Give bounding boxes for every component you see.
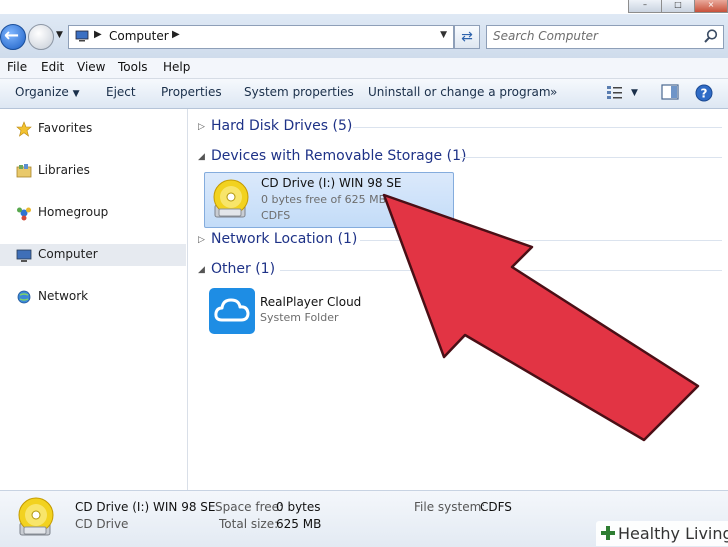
back-arrow-icon: ←: [4, 25, 20, 46]
menu-bar: File Edit View Tools Help: [0, 58, 728, 79]
cd-drive-icon: [213, 179, 249, 218]
details-type: CD Drive: [75, 517, 129, 531]
cloud-name: RealPlayer Cloud: [260, 295, 362, 309]
expand-triangle-icon[interactable]: ▷: [198, 235, 205, 245]
sidebar-item-label: Homegroup: [38, 205, 109, 219]
minimize-button[interactable]: –: [628, 0, 662, 13]
expand-triangle-icon[interactable]: ▷: [198, 122, 205, 132]
eject-button[interactable]: Eject: [106, 85, 136, 99]
breadcrumb-computer[interactable]: Computer: [109, 29, 169, 43]
star-icon: [16, 121, 32, 137]
breadcrumb-separator-icon[interactable]: ▶: [94, 29, 102, 40]
menu-tools[interactable]: Tools: [118, 60, 148, 74]
more-commands-button[interactable]: »: [550, 85, 557, 99]
minimize-icon: –: [643, 0, 647, 9]
command-bar: Organize ▼ Eject Properties System prope…: [0, 79, 728, 109]
close-button[interactable]: ×: [695, 0, 728, 13]
details-filesystem-label: File system:: [414, 500, 486, 514]
maximize-icon: □: [674, 0, 682, 9]
group-title: Hard Disk Drives (5): [211, 118, 353, 134]
cloud-icon: [209, 288, 255, 334]
network-icon: [17, 290, 31, 304]
help-icon[interactable]: ?: [695, 84, 713, 102]
preview-pane-icon[interactable]: [661, 84, 679, 100]
pointer-arrow-graphic: [382, 193, 700, 442]
address-dropdown-icon[interactable]: ▼: [440, 30, 447, 40]
details-space-free-value: 0 bytes: [276, 500, 321, 514]
details-name: CD Drive (I:) WIN 98 SE: [75, 500, 216, 514]
breadcrumb-separator-icon[interactable]: ▶: [172, 29, 180, 40]
chevron-down-icon: ▼: [72, 89, 80, 99]
group-divider: [353, 127, 722, 128]
drive-space: 0 bytes free of 625 MB: [261, 193, 387, 206]
refresh-button[interactable]: ⇄: [454, 25, 480, 49]
search-box[interactable]: [486, 25, 724, 49]
watermark: Healthy Living: [596, 521, 728, 546]
close-icon: ×: [707, 0, 715, 9]
search-icon[interactable]: [703, 28, 719, 44]
view-options-icon[interactable]: [606, 84, 624, 100]
window-controls: – □ ×: [628, 0, 728, 13]
computer-icon: [75, 30, 89, 42]
organize-label: Organize: [15, 85, 69, 99]
navigation-pane: Favorites Libraries Homegroup Computer N…: [0, 109, 188, 490]
group-header-hard-disk-drives[interactable]: ▷ Hard Disk Drives (5): [188, 117, 728, 137]
watermark-text: Healthy Living: [618, 524, 728, 543]
computer-icon: [16, 249, 32, 262]
navigation-bar: ← ▼ ▶ Computer ▶ ▼ ⇄: [0, 14, 728, 59]
collapse-triangle-icon[interactable]: ◢: [198, 152, 205, 162]
forward-button[interactable]: [28, 24, 54, 50]
recent-pages-dropdown[interactable]: ▼: [56, 30, 63, 40]
group-header-removable-storage[interactable]: ◢ Devices with Removable Storage (1): [188, 147, 728, 167]
group-title: Other (1): [211, 261, 276, 277]
view-dropdown-icon[interactable]: ▼: [631, 88, 638, 98]
sidebar-item-label: Libraries: [38, 163, 90, 177]
system-properties-button[interactable]: System properties: [244, 85, 354, 99]
address-bar[interactable]: ▶ Computer ▶ ▼: [68, 25, 454, 49]
details-filesystem-value: CDFS: [480, 500, 512, 514]
search-input[interactable]: [487, 26, 699, 46]
uninstall-program-button[interactable]: Uninstall or change a program: [368, 85, 551, 99]
details-space-free-label: Space free:: [215, 500, 284, 514]
svg-text:?: ?: [701, 87, 708, 101]
properties-button[interactable]: Properties: [161, 85, 222, 99]
group-divider: [460, 157, 722, 158]
cd-drive-icon: [18, 497, 54, 536]
sidebar-item-label: Network: [38, 289, 89, 303]
menu-file[interactable]: File: [7, 60, 27, 74]
group-title: Network Location (1): [211, 231, 358, 247]
sidebar-item-label: Favorites: [38, 121, 93, 135]
menu-help[interactable]: Help: [163, 60, 190, 74]
health-cross-icon: [601, 526, 615, 540]
maximize-button[interactable]: □: [662, 0, 695, 13]
sidebar-item-label: Computer: [38, 247, 98, 261]
drive-filesystem: CDFS: [261, 209, 291, 222]
organize-button[interactable]: Organize ▼: [15, 85, 80, 99]
details-total-size-value: 625 MB: [276, 517, 322, 531]
refresh-icon: ⇄: [461, 29, 473, 45]
back-button[interactable]: ←: [0, 24, 26, 50]
homegroup-icon: [17, 207, 31, 221]
menu-edit[interactable]: Edit: [41, 60, 64, 74]
group-title: Devices with Removable Storage (1): [211, 148, 467, 164]
cloud-type: System Folder: [260, 311, 339, 324]
library-icon: [16, 164, 32, 178]
menu-view[interactable]: View: [77, 60, 105, 74]
details-total-size-label: Total size:: [219, 517, 279, 531]
collapse-triangle-icon[interactable]: ◢: [198, 265, 205, 275]
